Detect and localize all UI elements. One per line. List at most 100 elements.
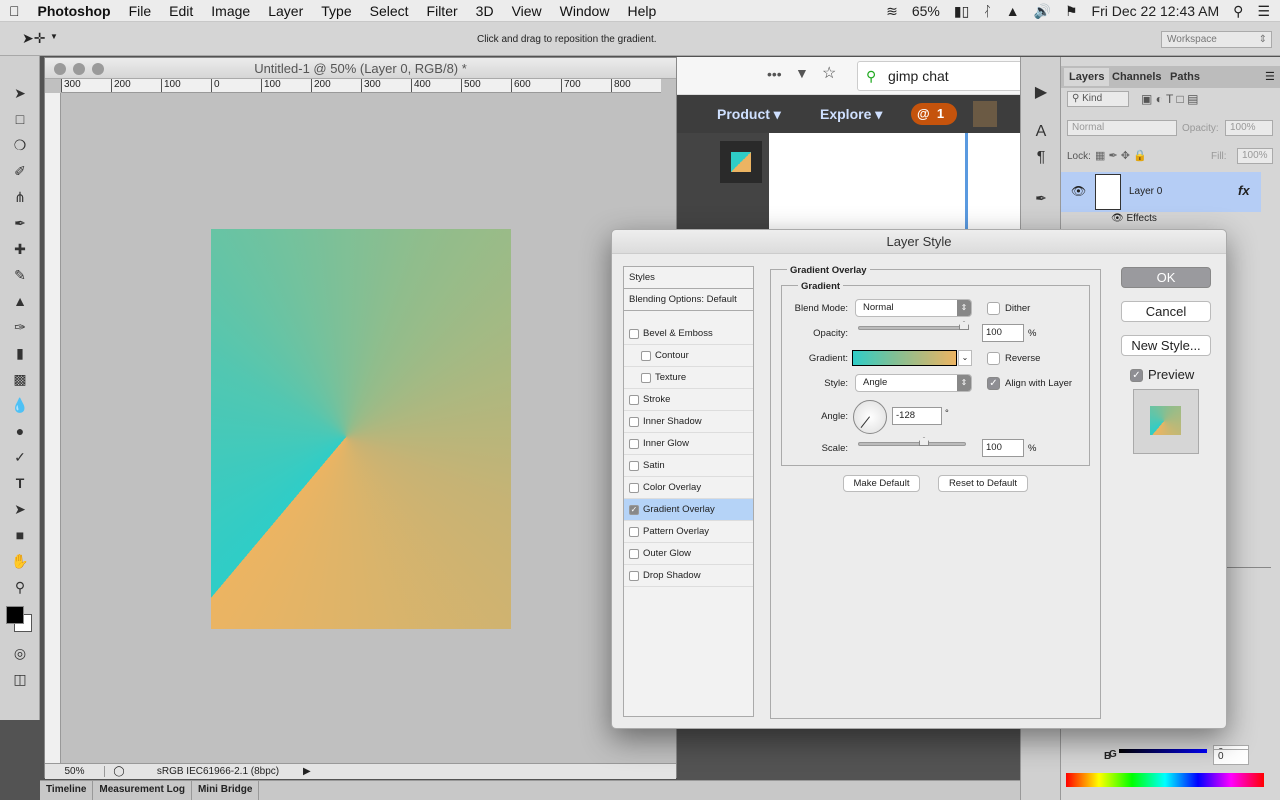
style-checkbox[interactable] [629,460,639,471]
style-item-gradient-overlay[interactable]: ✓ Gradient Overlay [624,499,753,521]
eraser-icon[interactable]: ▮ [0,340,40,366]
style-item-inner-glow[interactable]: Inner Glow [624,433,753,455]
filter-kind-select[interactable]: ⚲ Kind [1067,91,1129,107]
style-item-color-overlay[interactable]: Color Overlay [624,477,753,499]
clock[interactable]: Fri Dec 22 12:43 AM [1092,3,1220,19]
gradient-tool-icon[interactable]: ▩ [0,366,40,392]
opacity-field[interactable]: 100% [1225,120,1273,136]
volume-icon[interactable]: 🔊 [1034,3,1051,20]
tab-timeline[interactable]: Timeline [40,781,94,800]
list-icon[interactable]: ☰ [1257,3,1270,20]
avatar[interactable] [973,101,997,127]
menu-file[interactable]: File [120,3,161,19]
quick-select-icon[interactable]: ✐ [0,158,40,184]
quick-mask-icon[interactable]: ◎ [0,640,40,666]
chevron-down-icon[interactable]: ▼ [50,32,58,41]
marquee-tool-icon[interactable]: □ [0,106,40,132]
tab-mini-bridge[interactable]: Mini Bridge [192,781,260,800]
menu-layer[interactable]: Layer [259,3,312,19]
zoom-level[interactable]: 50% [45,766,105,777]
blend-mode-select[interactable]: Normal ⇕ [855,299,972,317]
crop-tool-icon[interactable]: ⋔ [0,184,40,210]
effects-row[interactable]: 👁 Effects [1111,213,1157,224]
style-checkbox[interactable] [629,482,639,493]
pen-tool-icon[interactable]: ✓ [0,444,40,470]
b-slider[interactable] [1119,749,1207,753]
menu-type[interactable]: Type [312,3,360,19]
style-item-outer-glow[interactable]: Outer Glow [624,543,753,565]
angle-input[interactable]: -128 [892,407,942,425]
style-item-inner-shadow[interactable]: Inner Shadow [624,411,753,433]
lock-icons[interactable]: ▦ ✒ ✥ 🔒 [1095,149,1147,162]
blend-mode-select[interactable]: Normal [1067,120,1177,136]
style-item-satin[interactable]: Satin [624,455,753,477]
battery-percent[interactable]: 65% [912,3,940,19]
pocket-icon[interactable]: ▼ [795,65,809,81]
color-swatches[interactable] [0,600,39,640]
new-style-button[interactable]: New Style... [1121,335,1211,356]
flag-icon[interactable]: ⚑ [1065,3,1078,20]
workspace-select[interactable]: Workspace ⇕ [1161,31,1272,48]
style-item-drop-shadow[interactable]: Drop Shadow [624,565,753,587]
panel-menu-icon[interactable]: ☰ [1265,70,1275,83]
reverse-checkbox[interactable]: Reverse [987,352,1040,365]
bookmark-star-icon[interactable]: ☆ [822,63,836,83]
tab-layers[interactable]: Layers [1064,68,1110,86]
wifi-icon[interactable]: ≋ [886,3,898,20]
gradient-picker[interactable] [852,350,957,366]
search-icon[interactable]: ⚲ [1233,3,1243,20]
blur-tool-icon[interactable]: 💧 [0,392,40,418]
shape-tool-icon[interactable]: ■ [0,522,40,548]
history-brush-icon[interactable]: ✑ [0,314,40,340]
gradient-dropdown-icon[interactable]: ⌄ [958,350,972,366]
layer-row[interactable]: 👁 Layer 0 fx [1061,172,1261,212]
opacity-slider[interactable] [858,321,969,330]
zoom-tool-icon[interactable]: ⚲ [0,574,40,600]
nav-explore[interactable]: Explore ▾ [820,106,882,123]
more-icon[interactable]: ••• [767,66,782,82]
make-default-button[interactable]: Make Default [843,475,920,492]
ok-button[interactable]: OK [1121,267,1211,288]
style-checkbox[interactable] [629,328,639,339]
status-arrow-icon[interactable]: ▶ [303,766,311,777]
reset-to-default-button[interactable]: Reset to Default [938,475,1028,492]
lasso-tool-icon[interactable]: ❍ [0,132,40,158]
brush-presets-icon[interactable]: ✒ [1021,185,1061,211]
menu-image[interactable]: Image [202,3,259,19]
scale-slider[interactable] [858,437,966,446]
style-item-bevel-emboss[interactable]: Bevel & Emboss [624,323,753,345]
style-item-stroke[interactable]: Stroke [624,389,753,411]
angle-dial[interactable] [853,400,887,434]
style-checkbox[interactable] [629,416,639,427]
menu-3d[interactable]: 3D [467,3,503,19]
screen-mode-icon[interactable]: ◫ [0,666,40,692]
style-item-styles[interactable]: Styles [624,267,753,289]
tab-measurement-log[interactable]: Measurement Log [93,781,192,800]
menu-view[interactable]: View [503,3,551,19]
color-spectrum[interactable] [1066,773,1264,787]
style-select[interactable]: Angle ⇕ [855,374,972,392]
filter-icons[interactable]: ▣ ◐ T □ ▤ [1141,92,1198,106]
brush-tool-icon[interactable]: ✎ [0,262,40,288]
minimize-button[interactable] [73,63,85,75]
style-checkbox[interactable] [629,548,639,559]
menu-select[interactable]: Select [361,3,418,19]
opacity-input[interactable]: 100 [982,324,1024,342]
dither-checkbox[interactable]: Dither [987,302,1030,315]
align-with-layer-checkbox[interactable]: ✓ Align with Layer [987,377,1072,390]
dodge-tool-icon[interactable]: ● [0,418,40,444]
hand-tool-icon[interactable]: ✋ [0,548,40,574]
style-checkbox[interactable] [629,570,639,581]
tab-channels[interactable]: Channels [1107,68,1167,86]
battery-icon[interactable]: ▮▯ [954,3,969,20]
move-tool-icon[interactable]: ➤ [0,80,40,106]
visibility-eye-icon[interactable]: 👁 [1071,184,1086,198]
move-tool-icon[interactable]: ➤✛ [22,30,45,47]
path-select-icon[interactable]: ➤ [0,496,40,522]
style-item-pattern-overlay[interactable]: Pattern Overlay [624,521,753,543]
type-tool-icon[interactable]: T [0,470,40,496]
play-action-icon[interactable]: ▶ [1021,79,1061,105]
paragraph-panel-icon[interactable]: ¶ [1021,145,1061,171]
stamp-tool-icon[interactable]: ▲ [0,288,40,314]
style-checkbox[interactable] [641,372,651,383]
